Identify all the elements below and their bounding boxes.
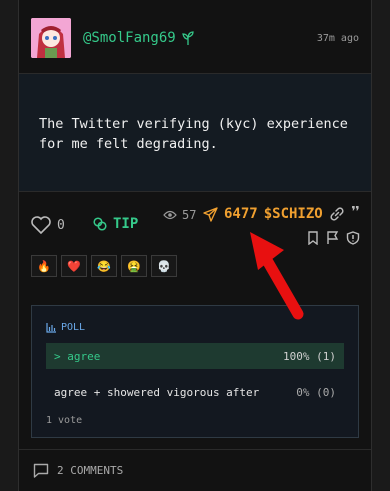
copy-link-button[interactable]	[329, 206, 345, 226]
heart-icon	[31, 216, 51, 234]
tip-label: TIP	[113, 216, 139, 232]
post-header: @SmolFang69 37m ago	[19, 0, 371, 74]
views-count: 57	[163, 208, 196, 222]
reaction-skull[interactable]: 💀	[151, 255, 177, 277]
reactions-row: 🔥 ❤️ 😂 🤮 💀	[31, 255, 177, 277]
post-time: 37m ago	[316, 33, 359, 44]
username-text: @SmolFang69	[83, 30, 176, 46]
quote-icon[interactable]: ❞	[350, 205, 361, 223]
reaction-fire[interactable]: 🔥	[31, 255, 57, 277]
share-button[interactable]: 6477 $SCHIZO	[203, 206, 323, 222]
poll-option-result: 0% (0)	[296, 385, 336, 399]
tip-button[interactable]: TIP	[93, 216, 138, 232]
eye-icon	[163, 210, 177, 220]
poll-header: POLL	[46, 322, 85, 333]
avatar[interactable]	[31, 18, 71, 58]
link-icon	[330, 207, 344, 221]
poll-vote-count: 1 vote	[46, 415, 83, 426]
coins-icon	[93, 217, 107, 231]
poll-option[interactable]: agree + showered vigorous after 0% (0)	[46, 379, 344, 405]
reaction-laugh[interactable]: 😂	[91, 255, 117, 277]
like-button[interactable]: 0	[31, 216, 65, 234]
post-text: The Twitter verifying (kyc) experience f…	[39, 116, 348, 152]
shares-count: 6477	[224, 206, 258, 222]
flag-icon[interactable]	[326, 231, 340, 245]
username-link[interactable]: @SmolFang69	[83, 30, 194, 46]
post-actions: 0 TIP 57 6477 $SCHIZO ❞ 🔥 ❤️ 😂 🤮 💀	[19, 192, 371, 292]
reaction-heart[interactable]: ❤️	[61, 255, 87, 277]
reaction-vomit[interactable]: 🤮	[121, 255, 147, 277]
send-icon	[203, 206, 218, 222]
like-count: 0	[57, 217, 65, 233]
post-body[interactable]: The Twitter verifying (kyc) experience f…	[19, 74, 371, 192]
poll-option-label: > agree	[54, 349, 101, 363]
secondary-actions	[306, 231, 360, 245]
comments-label: 2 COMMENTS	[57, 464, 124, 477]
views-value: 57	[182, 208, 197, 222]
poll-option-label: agree + showered vigorous after	[54, 385, 260, 399]
poll: POLL > agree 100% (1) agree + showered v…	[31, 305, 359, 438]
poll-option-result: 100% (1)	[283, 349, 336, 363]
token-ticker[interactable]: $SCHIZO	[264, 206, 323, 222]
alert-shield-icon[interactable]	[346, 231, 360, 245]
comment-icon	[33, 463, 49, 478]
bookmark-icon[interactable]	[306, 231, 320, 245]
poll-label: POLL	[61, 322, 86, 333]
bar-chart-icon	[46, 322, 56, 333]
comments-button[interactable]: 2 COMMENTS	[19, 449, 371, 491]
post-card: @SmolFang69 37m ago The Twitter verifyin…	[18, 0, 372, 491]
sprout-icon	[181, 31, 194, 45]
poll-option[interactable]: > agree 100% (1)	[46, 343, 344, 369]
